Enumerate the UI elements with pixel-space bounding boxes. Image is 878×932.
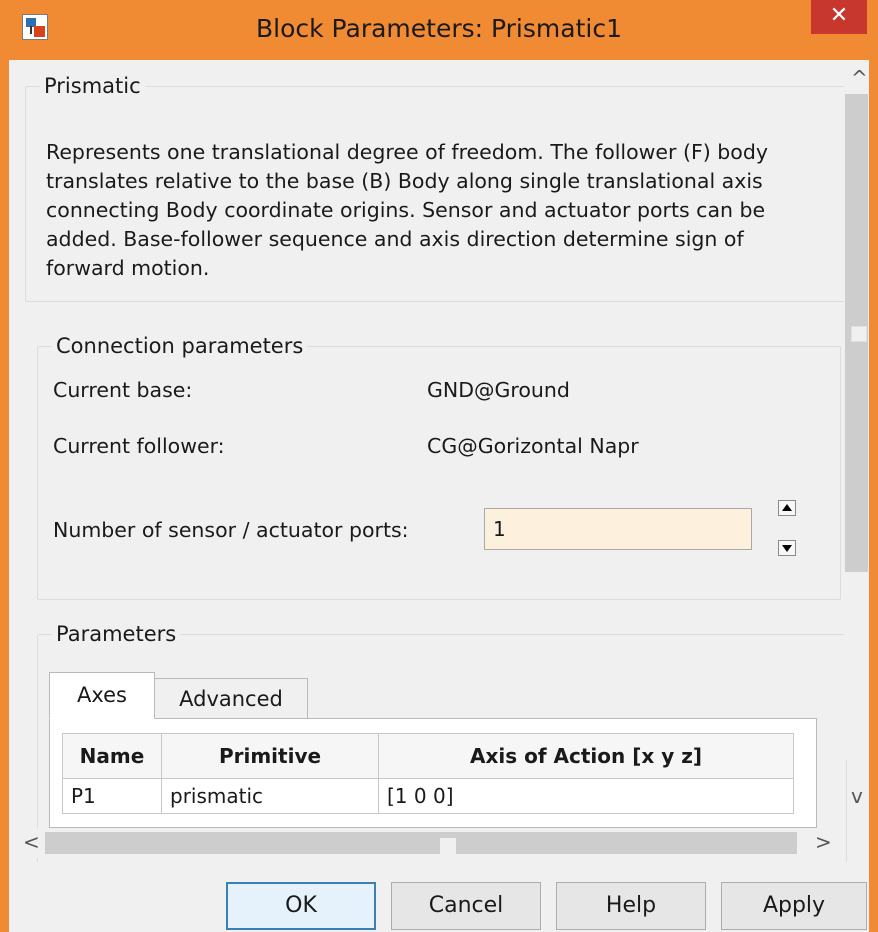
column-header-name[interactable]: Name [62,733,162,779]
horizontal-scrollbar[interactable]: < > [9,828,845,858]
help-button[interactable]: Help [556,882,706,930]
connection-parameters-group: Connection parameters [37,334,841,600]
current-base-label: Current base: [53,378,193,402]
apply-button[interactable]: Apply [721,882,867,930]
description-group: Prismatic Represents one translational d… [25,74,845,302]
ok-button[interactable]: OK [226,882,376,930]
axes-tab-panel: Name Primitive Axis of Action [x y z] P1… [49,718,817,828]
scroll-grip-icon [851,326,867,342]
table-row: P1 prismatic [1 0 0] [62,778,794,814]
tab-axes[interactable]: Axes [49,672,155,719]
close-button[interactable]: ✕ [811,0,867,34]
axes-table: Name Primitive Axis of Action [x y z] P1… [62,733,794,814]
ports-spin-down-button[interactable] [778,540,796,556]
vertical-scrollbar[interactable]: ^ v [844,60,869,808]
ports-input[interactable]: 1 [484,508,752,550]
scroll-up-icon[interactable]: ^ [851,66,868,90]
tab-advanced-label: Advanced [179,687,283,711]
block-description: Represents one translational degree of f… [46,140,768,280]
description-legend: Prismatic [44,74,141,98]
connection-legend: Connection parameters [56,334,304,358]
column-header-primitive[interactable]: Primitive [161,733,379,779]
horizontal-scroll-thumb[interactable] [45,832,797,854]
ports-label: Number of sensor / actuator ports: [53,518,409,542]
current-follower-label: Current follower: [53,434,225,458]
parameters-legend: Parameters [56,622,177,646]
scroll-left-icon[interactable]: < [23,830,40,854]
triangle-up-icon [782,504,792,511]
cell-name: P1 [62,778,162,814]
table-header-row: Name Primitive Axis of Action [x y z] [62,733,794,779]
close-icon: ✕ [829,3,849,28]
current-base-value: GND@Ground [427,378,570,402]
dialog-body: Prismatic Represents one translational d… [9,60,869,932]
scroll-down-icon[interactable]: v [851,784,863,808]
ports-spin-up-button[interactable] [778,500,796,516]
cell-primitive[interactable]: prismatic [161,778,379,814]
scroll-grip-icon [440,838,456,854]
vertical-scroll-thumb[interactable] [845,94,868,572]
triangle-down-icon [782,545,792,552]
tab-axes-label: Axes [76,683,127,707]
cancel-button[interactable]: Cancel [391,882,541,930]
title-bar: Block Parameters: Prismatic1 ✕ [0,0,878,60]
current-follower-value: CG@Gorizontal Napr [427,434,639,458]
scroll-right-icon[interactable]: > [815,830,832,854]
cell-axis[interactable]: [1 0 0] [378,778,794,814]
tab-advanced[interactable]: Advanced [154,678,308,719]
window-title: Block Parameters: Prismatic1 [256,14,622,43]
column-header-axis[interactable]: Axis of Action [x y z] [378,733,794,779]
